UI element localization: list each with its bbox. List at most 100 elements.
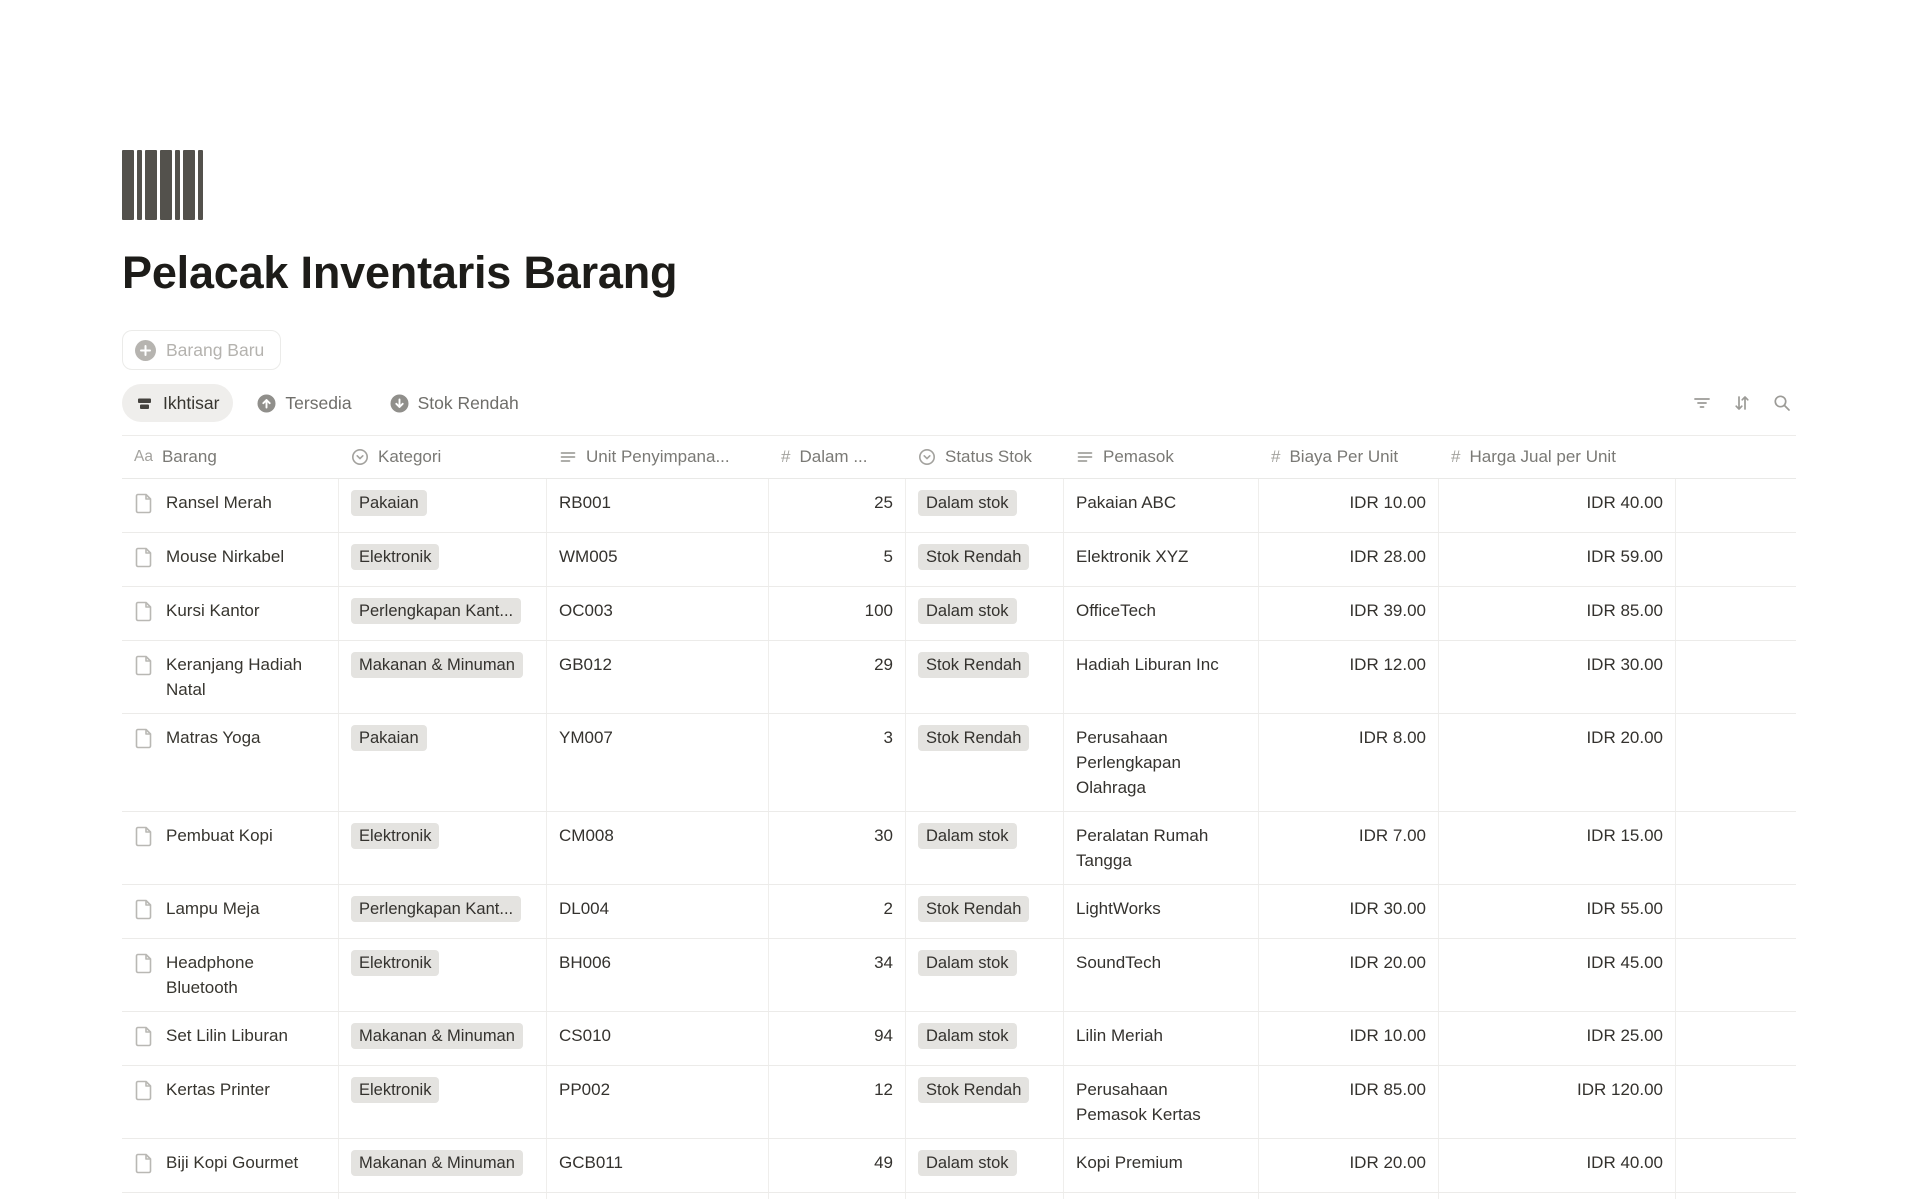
cell-name[interactable]: Keranjang Hadiah Natal <box>122 641 339 713</box>
cell-category[interactable]: Makanan & Minuman <box>339 641 547 713</box>
cell-sku[interactable]: GB012 <box>547 641 769 713</box>
cell-status[interactable]: Stok Rendah <box>906 1066 1064 1138</box>
cell-status[interactable]: Stok Rendah <box>906 533 1064 586</box>
cell-name[interactable]: Mouse Nirkabel <box>122 533 339 586</box>
cell-status[interactable]: Dalam stok <box>906 479 1064 532</box>
cell-sku[interactable]: WM005 <box>547 533 769 586</box>
column-header-category[interactable]: Kategori <box>339 436 547 478</box>
sort-icon[interactable] <box>1730 391 1754 415</box>
table-row[interactable]: Pembuat KopiElektronikCM00830Dalam stokP… <box>122 812 1796 885</box>
cell-cost[interactable]: IDR 85.00 <box>1259 1066 1439 1138</box>
cell-name[interactable]: Jam Tangan <box>122 1193 339 1199</box>
cell-name[interactable]: Lampu Meja <box>122 885 339 938</box>
search-icon[interactable] <box>1770 391 1794 415</box>
table-row[interactable]: Kursi KantorPerlengkapan Kant...OC003100… <box>122 587 1796 641</box>
cell-qty[interactable]: 100 <box>769 587 906 640</box>
cell-status[interactable]: Dalam stok <box>906 1012 1064 1065</box>
cell-price[interactable]: IDR 55.00 <box>1439 885 1676 938</box>
cell-status[interactable]: Stok Rendah <box>906 714 1064 811</box>
column-header-supplier[interactable]: Pemasok <box>1064 436 1259 478</box>
cell-supplier[interactable]: Peralatan Rumah Tangga <box>1064 812 1259 884</box>
cell-status[interactable]: Dalam stok <box>906 939 1064 1011</box>
cell-qty[interactable]: 25 <box>769 479 906 532</box>
cell-supplier[interactable]: Kopi Premium <box>1064 1139 1259 1192</box>
cell-cost[interactable]: IDR 8.00 <box>1259 714 1439 811</box>
cell-supplier[interactable]: OfficeTech <box>1064 587 1259 640</box>
cell-price[interactable]: IDR 20.00 <box>1439 714 1676 811</box>
cell-price[interactable]: IDR 95.00 <box>1439 1193 1676 1199</box>
cell-cost[interactable]: IDR 20.00 <box>1259 939 1439 1011</box>
column-header-sku[interactable]: Unit Penyimpana... <box>547 436 769 478</box>
cell-price[interactable]: IDR 25.00 <box>1439 1012 1676 1065</box>
cell-name[interactable]: Kursi Kantor <box>122 587 339 640</box>
cell-status[interactable]: Dalam stok <box>906 1193 1064 1199</box>
column-header-name[interactable]: AaBarang <box>122 436 339 478</box>
cell-sku[interactable]: DL004 <box>547 885 769 938</box>
cell-category[interactable]: Pakaian <box>339 714 547 811</box>
cell-name[interactable]: Ransel Merah <box>122 479 339 532</box>
cell-status[interactable]: Dalam stok <box>906 812 1064 884</box>
cell-supplier[interactable]: Perusahaan Perlengkapan Olahraga <box>1064 714 1259 811</box>
cell-sku[interactable]: PP002 <box>547 1066 769 1138</box>
cell-cost[interactable]: IDR 78.00 <box>1259 1193 1439 1199</box>
column-header-status[interactable]: Status Stok <box>906 436 1064 478</box>
cell-sku[interactable]: SW009 <box>547 1193 769 1199</box>
cell-qty[interactable]: 57 <box>769 1193 906 1199</box>
table-row[interactable]: Headphone BluetoothElektronikBH00634Dala… <box>122 939 1796 1012</box>
table-row[interactable]: Kertas PrinterElektronikPP00212Stok Rend… <box>122 1066 1796 1139</box>
cell-supplier[interactable]: Pakaian ABC <box>1064 479 1259 532</box>
cell-status[interactable]: Stok Rendah <box>906 641 1064 713</box>
cell-category[interactable]: Perlengkapan Kant... <box>339 587 547 640</box>
cell-category[interactable]: Elektronik <box>339 812 547 884</box>
cell-qty[interactable]: 5 <box>769 533 906 586</box>
new-item-button[interactable]: Barang Baru <box>122 330 281 370</box>
cell-cost[interactable]: IDR 7.00 <box>1259 812 1439 884</box>
cell-name[interactable]: Matras Yoga <box>122 714 339 811</box>
add-column-area[interactable] <box>1676 436 1796 478</box>
cell-supplier[interactable]: Teknologi Olahraga <box>1064 1193 1259 1199</box>
cell-supplier[interactable]: Perusahaan Pemasok Kertas <box>1064 1066 1259 1138</box>
column-header-price[interactable]: #Harga Jual per Unit <box>1439 436 1676 478</box>
table-row[interactable]: Mouse NirkabelElektronikWM0055Stok Renda… <box>122 533 1796 587</box>
cell-cost[interactable]: IDR 39.00 <box>1259 587 1439 640</box>
cell-sku[interactable]: CS010 <box>547 1012 769 1065</box>
cell-price[interactable]: IDR 120.00 <box>1439 1066 1676 1138</box>
cell-cost[interactable]: IDR 10.00 <box>1259 479 1439 532</box>
table-row[interactable]: Keranjang Hadiah NatalMakanan & MinumanG… <box>122 641 1796 714</box>
cell-price[interactable]: IDR 15.00 <box>1439 812 1676 884</box>
table-row[interactable]: Set Lilin LiburanMakanan & MinumanCS0109… <box>122 1012 1796 1066</box>
cell-price[interactable]: IDR 40.00 <box>1439 479 1676 532</box>
cell-name[interactable]: Pembuat Kopi <box>122 812 339 884</box>
table-row[interactable]: Lampu MejaPerlengkapan Kant...DL0042Stok… <box>122 885 1796 939</box>
cell-name[interactable]: Set Lilin Liburan <box>122 1012 339 1065</box>
cell-category[interactable]: Makanan & Minuman <box>339 1012 547 1065</box>
cell-supplier[interactable]: Lilin Meriah <box>1064 1012 1259 1065</box>
cell-category[interactable]: Makanan & Minuman <box>339 1139 547 1192</box>
tab-stok-rendah[interactable]: Stok Rendah <box>376 384 533 422</box>
cell-price[interactable]: IDR 59.00 <box>1439 533 1676 586</box>
cell-qty[interactable]: 30 <box>769 812 906 884</box>
cell-category[interactable]: Pakaian <box>339 1193 547 1199</box>
cell-sku[interactable]: GCB011 <box>547 1139 769 1192</box>
cell-supplier[interactable]: Hadiah Liburan Inc <box>1064 641 1259 713</box>
cell-supplier[interactable]: LightWorks <box>1064 885 1259 938</box>
cell-qty[interactable]: 3 <box>769 714 906 811</box>
cell-status[interactable]: Dalam stok <box>906 587 1064 640</box>
cell-qty[interactable]: 49 <box>769 1139 906 1192</box>
barcode-icon[interactable] <box>122 150 208 220</box>
cell-cost[interactable]: IDR 12.00 <box>1259 641 1439 713</box>
cell-name[interactable]: Biji Kopi Gourmet <box>122 1139 339 1192</box>
cell-sku[interactable]: OC003 <box>547 587 769 640</box>
filter-icon[interactable] <box>1690 391 1714 415</box>
cell-category[interactable]: Perlengkapan Kant... <box>339 885 547 938</box>
cell-price[interactable]: IDR 85.00 <box>1439 587 1676 640</box>
cell-category[interactable]: Elektronik <box>339 1066 547 1138</box>
cell-cost[interactable]: IDR 30.00 <box>1259 885 1439 938</box>
cell-supplier[interactable]: SoundTech <box>1064 939 1259 1011</box>
cell-category[interactable]: Elektronik <box>339 533 547 586</box>
cell-cost[interactable]: IDR 20.00 <box>1259 1139 1439 1192</box>
cell-category[interactable]: Elektronik <box>339 939 547 1011</box>
table-row[interactable]: Matras YogaPakaianYM0073Stok RendahPerus… <box>122 714 1796 812</box>
cell-qty[interactable]: 29 <box>769 641 906 713</box>
cell-status[interactable]: Dalam stok <box>906 1139 1064 1192</box>
